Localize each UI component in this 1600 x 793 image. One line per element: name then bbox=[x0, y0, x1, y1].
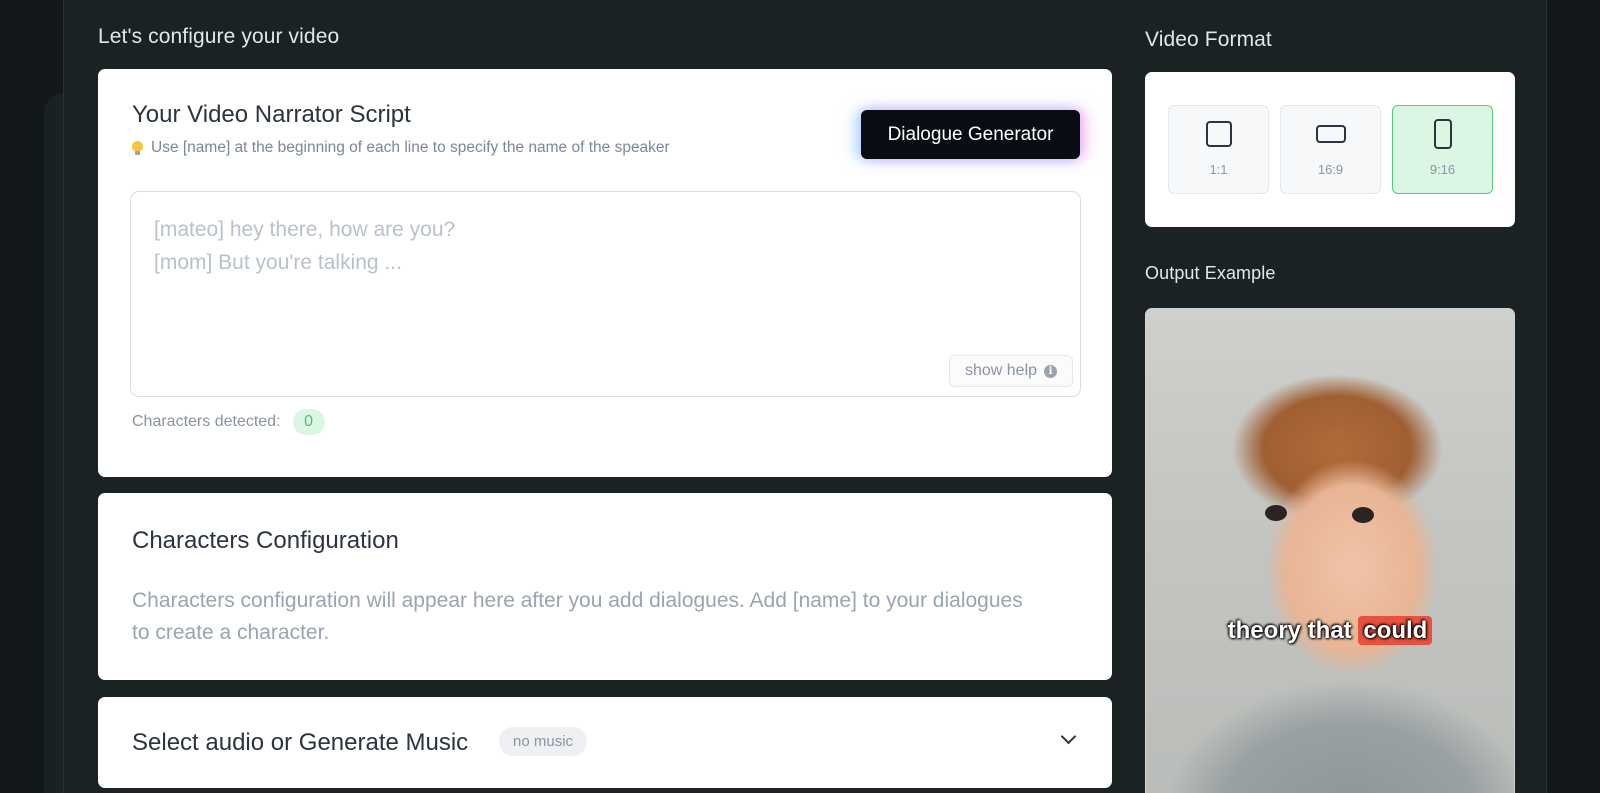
portrait-format-icon bbox=[1433, 119, 1452, 149]
chevron-down-icon[interactable] bbox=[1060, 728, 1077, 745]
format-label-1-1: 1:1 bbox=[1209, 162, 1228, 177]
show-help-label: show help bbox=[964, 362, 1038, 379]
output-example-video: theory that could bbox=[1145, 308, 1515, 793]
caption-highlight-word: could bbox=[1358, 616, 1433, 645]
caption-text: theory that bbox=[1227, 617, 1352, 644]
video-caption: theory that could bbox=[1146, 616, 1514, 645]
characters-configuration-card: Characters Configuration Characters conf… bbox=[98, 493, 1112, 680]
characters-card-title: Characters Configuration bbox=[132, 527, 399, 554]
characters-card-description: Characters configuration will appear her… bbox=[132, 589, 1023, 644]
format-label-16-9: 16:9 bbox=[1317, 162, 1344, 177]
baby-right-eye bbox=[1352, 507, 1374, 523]
format-option-1-1[interactable]: 1:1 bbox=[1168, 105, 1269, 194]
narrator-script-card: Your Video Narrator Script Use [name] at… bbox=[98, 69, 1112, 477]
script-tip-text: Use [name] at the beginning of each line… bbox=[151, 139, 670, 156]
characters-detected-label: Characters detected: bbox=[132, 413, 281, 430]
format-option-16-9[interactable]: 16:9 bbox=[1280, 105, 1381, 194]
lightbulb-icon bbox=[132, 140, 143, 156]
output-example-heading: Output Example bbox=[1145, 263, 1276, 283]
audio-selector-card[interactable]: Select audio or Generate Music no music bbox=[98, 697, 1112, 788]
info-icon: i bbox=[1044, 364, 1058, 378]
video-format-card: 1:1 16:9 9:16 bbox=[1145, 72, 1515, 227]
landscape-format-icon bbox=[1315, 125, 1346, 143]
characters-detected: Characters detected: 0 bbox=[132, 409, 325, 435]
no-music-badge: no music bbox=[499, 727, 588, 756]
script-tip: Use [name] at the beginning of each line… bbox=[132, 139, 670, 157]
baby-left-eye bbox=[1265, 505, 1287, 521]
script-textarea[interactable]: [mateo] hey there, how are you? [mom] Bu… bbox=[130, 191, 1081, 397]
characters-count-badge: 0 bbox=[292, 409, 325, 435]
placeholder-line-2: [mom] But you're talking ... bbox=[154, 251, 402, 274]
configure-heading: Let's configure your video bbox=[98, 25, 340, 48]
format-label-9-16: 9:16 bbox=[1429, 162, 1456, 177]
audio-card-title: Select audio or Generate Music bbox=[132, 729, 469, 756]
video-format-heading: Video Format bbox=[1145, 28, 1272, 51]
square-format-icon bbox=[1205, 121, 1232, 147]
dialogue-generator-button[interactable]: Dialogue Generator bbox=[861, 110, 1080, 159]
script-card-title: Your Video Narrator Script bbox=[132, 101, 411, 128]
format-option-9-16[interactable]: 9:16 bbox=[1392, 105, 1493, 194]
show-help-button[interactable]: show help i bbox=[949, 355, 1073, 387]
placeholder-line-1: [mateo] hey there, how are you? bbox=[154, 218, 456, 241]
